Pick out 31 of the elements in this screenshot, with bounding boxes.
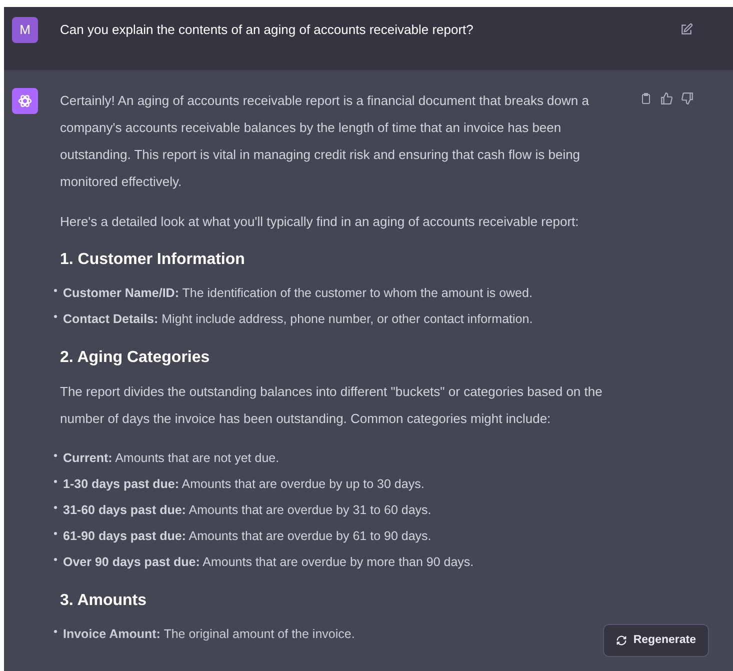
regenerate-button[interactable]: Regenerate bbox=[603, 624, 709, 657]
section-heading: 1. Customer Information bbox=[60, 250, 246, 270]
message-paragraph: Certainly! An aging of accounts receivable report is a financial document that breaks down a company's accounts receivable balances by the length of time that an invoice has been outstanding. This report is vital in managing credit risk and ensuring that cash flow is being monitored effectively. bbox=[60, 92, 590, 191]
copy-icon[interactable] bbox=[640, 92, 652, 105]
bullet-icon bbox=[54, 315, 57, 318]
bullet-icon bbox=[54, 558, 57, 561]
section-heading: 2. Aging Categories bbox=[60, 348, 211, 368]
user-avatar: M bbox=[12, 17, 38, 43]
bullet-icon bbox=[54, 289, 57, 292]
logo-icon bbox=[17, 93, 33, 109]
list-item-text: Contact Details: Might include address, phone number, or other contact information. bbox=[63, 311, 533, 328]
list-item-text: 1-30 days past due: Amounts that are overdue by up to 30 days. bbox=[63, 476, 424, 493]
bullet-icon bbox=[54, 480, 57, 483]
list-item-text: Current: Amounts that are not yet due. bbox=[63, 450, 280, 467]
refresh-icon bbox=[616, 635, 628, 646]
section-heading: 3. Amounts bbox=[60, 591, 148, 611]
bullet-icon bbox=[54, 454, 57, 457]
list-item-text: Customer Name/ID: The identification of the customer to whom the amount is owed. bbox=[63, 285, 532, 302]
bullet-icon bbox=[54, 506, 57, 509]
list-item-text: 31-60 days past due: Amounts that are overdue by 31 to 60 days. bbox=[63, 502, 432, 519]
list-item-text: Over 90 days past due: Amounts that are overdue by more than 90 days. bbox=[63, 554, 474, 571]
list-item-text: 61-90 days past due: Amounts that are overdue by 61 to 90 days. bbox=[63, 528, 432, 545]
message-paragraph: Here's a detailed look at what you'll typically find in an aging of accounts receivable report: bbox=[60, 213, 580, 231]
bullet-icon bbox=[54, 630, 57, 633]
thumbs-down-icon[interactable] bbox=[681, 92, 694, 105]
edit-icon[interactable] bbox=[680, 23, 693, 36]
thumbs-up-icon[interactable] bbox=[660, 92, 673, 105]
bullet-icon bbox=[54, 532, 57, 535]
message-paragraph: The report divides the outstanding balances into different "buckets" or categories based on the number of days the invoice has been outstanding. Common categories might include: bbox=[60, 383, 604, 428]
list-item-text: Invoice Amount: The original amount of the invoice. bbox=[63, 626, 355, 643]
user-message-text: Can you explain the contents of an aging of accounts receivable report? bbox=[60, 21, 474, 39]
